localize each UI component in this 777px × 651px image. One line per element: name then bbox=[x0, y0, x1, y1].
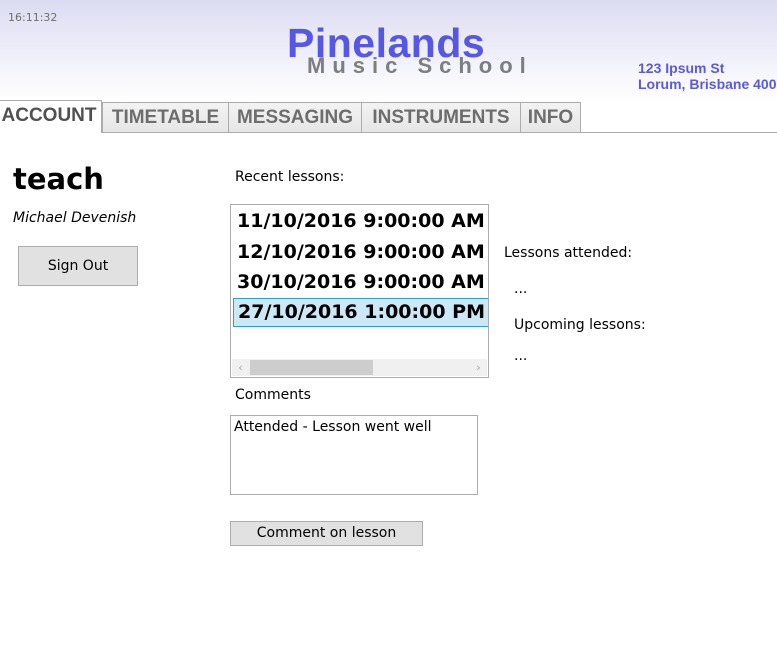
clock: 16:11:32 bbox=[8, 11, 58, 24]
header-banner: 16:11:32 Music School Pinelands 123 Ipsu… bbox=[0, 0, 777, 101]
upcoming-lessons-value: ... bbox=[514, 348, 528, 364]
school-address: 123 Ipsum St Lorum, Brisbane 4000 bbox=[638, 60, 777, 92]
user-full-name: Michael Devenish bbox=[13, 210, 137, 226]
lessons-attended-label: Lessons attended: bbox=[504, 245, 633, 261]
recent-lessons-list[interactable]: 11/10/2016 9:00:00 AM - E 12/10/2016 9:0… bbox=[230, 204, 489, 378]
scroll-right-icon[interactable]: › bbox=[470, 359, 487, 376]
school-title: Pinelands bbox=[287, 20, 486, 66]
tab-account[interactable]: ACCOUNT bbox=[0, 100, 102, 133]
app-window: 16:11:32 Music School Pinelands 123 Ipsu… bbox=[0, 0, 777, 651]
recent-lessons-label: Recent lessons: bbox=[235, 169, 345, 185]
lesson-list-item[interactable]: 30/10/2016 9:00:00 AM - I bbox=[233, 269, 488, 298]
lessons-attended-value: ... bbox=[514, 281, 528, 297]
tab-messaging[interactable]: MESSAGING bbox=[228, 102, 362, 132]
scroll-left-icon[interactable]: ‹ bbox=[232, 359, 249, 376]
comments-label: Comments bbox=[235, 387, 311, 403]
username-heading: teach bbox=[13, 162, 104, 196]
tab-instruments[interactable]: INSTRUMENTS bbox=[361, 102, 521, 132]
address-line-2: Lorum, Brisbane 4000 bbox=[638, 76, 777, 92]
lesson-list-item[interactable]: 11/10/2016 9:00:00 AM - E bbox=[233, 208, 488, 237]
horizontal-scrollbar[interactable]: ‹ › bbox=[232, 359, 487, 376]
address-line-1: 123 Ipsum St bbox=[638, 60, 725, 76]
comments-textarea[interactable]: Attended - Lesson went well bbox=[230, 415, 478, 495]
tab-timetable[interactable]: TIMETABLE bbox=[102, 102, 229, 132]
main-tabs: ACCOUNT TIMETABLE MESSAGING INSTRUMENTS … bbox=[0, 100, 777, 133]
sign-out-button[interactable]: Sign Out bbox=[18, 246, 138, 286]
tab-info[interactable]: INFO bbox=[520, 102, 581, 132]
lesson-list-item[interactable]: 12/10/2016 9:00:00 AM - I bbox=[233, 239, 488, 268]
lesson-list-item-selected[interactable]: 27/10/2016 1:00:00 PM - p bbox=[233, 298, 488, 327]
comment-on-lesson-button[interactable]: Comment on lesson bbox=[230, 521, 423, 546]
scrollbar-thumb[interactable] bbox=[250, 360, 373, 375]
upcoming-lessons-label: Upcoming lessons: bbox=[514, 317, 646, 333]
